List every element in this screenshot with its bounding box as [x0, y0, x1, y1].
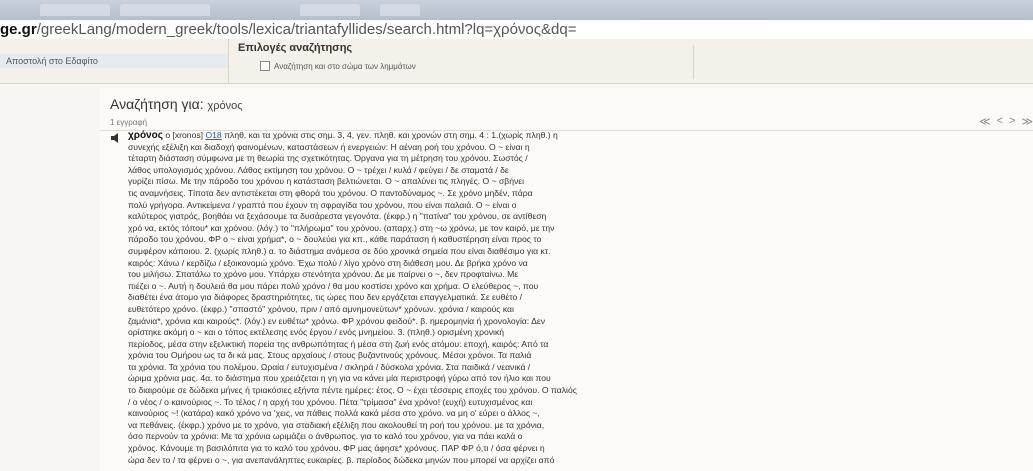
left-panel: Αποστολή στο Εδαφίτο: [0, 39, 229, 83]
send-to-friend-link[interactable]: Αποστολή στο Εδαφίτο: [0, 54, 228, 68]
entry-line: το διαιρούμε σε δώδεκα μήνες ή τριακόσιε…: [128, 385, 577, 396]
entry-line: καλύτερος γιατρός, βοηθάει να ξεχάσουμε …: [128, 211, 547, 222]
entry-line: τα χρόνια. Τα χρόνια του πολέμου. Ωραία …: [128, 361, 531, 372]
speaker-icon[interactable]: [110, 132, 122, 144]
entry-line: ώριμα χρόνια μας. 4α. το διάστημα που χρ…: [128, 373, 551, 384]
last-page-button[interactable]: ≫: [1021, 115, 1033, 128]
results-header: Αναζήτηση για: χρόνος: [110, 96, 243, 112]
browser-toolbar: [0, 0, 1033, 21]
entry-line: συμφέρον κάποιου. 2. (χωρίς πληθ.) α. το…: [128, 245, 551, 256]
entry-line: ορίστηκε ακόμη ο ~ και ο τόπος εκτέλεσης…: [128, 327, 505, 338]
browser-tab[interactable]: [120, 4, 210, 16]
search-body-checkbox[interactable]: [260, 61, 270, 71]
first-page-button[interactable]: ≪: [979, 115, 991, 128]
entry-line: του μιλήσω. Σπατάλω το χρόνο μου. Υπάρχε…: [128, 269, 519, 280]
options-title: Επιλογές αναζήτησης: [238, 42, 353, 54]
entry-line: χρόνος ο [xronos] Ο18 πληθ. και τα χρόνι…: [128, 130, 1028, 142]
search-label: Αναζήτηση για:: [110, 96, 204, 112]
pagination: ≪ < > ≫: [979, 115, 1033, 128]
entry-line: περίοδος, μέσα στην εξελικτική πορεία τη…: [128, 338, 549, 349]
results-panel: Αναζήτηση για: χρόνος 1 εγγραφή ≪ < > ≫ …: [100, 88, 1033, 471]
results-count: 1 εγγραφή: [110, 118, 148, 127]
entry-text: πληθ. και τα χρόνια στις σημ. 3, 4, γεν.…: [224, 130, 558, 140]
entry-line: / ο νέος / ο καινούριος ~. Το τέλος / η …: [128, 396, 533, 407]
entry-line: τις αναμνήσεις. Τίποτα δεν αντιστέκεται …: [128, 187, 533, 198]
search-body-label: Αναζήτηση και στο σώμα των λημμάτων: [274, 61, 416, 71]
entry-line: καιρός: Χάνω / κερδίζω / εξοικονομώ χρόν…: [128, 257, 528, 268]
prev-page-button[interactable]: <: [997, 115, 1003, 128]
dictionary-entry: χρόνος ο [xronos] Ο18 πληθ. και τα χρόνι…: [128, 130, 1028, 466]
entry-line: ώρα δεν το / τα φέρνει ο ~, για ανεπανάλ…: [128, 454, 555, 465]
search-body-option[interactable]: Αναζήτηση και στο σώμα των λημμάτων: [260, 61, 416, 71]
divider: [693, 45, 694, 79]
address-path: /greekLang/modern_greek/tools/lexica/tri…: [36, 21, 577, 38]
entry-line: χρόνος. Κάνουμε τη βασιλόπιτα για το καλ…: [128, 443, 545, 454]
address-bar[interactable]: ge.gr/greekLang/modern_greek/tools/lexic…: [0, 20, 1033, 40]
browser-tab[interactable]: [40, 4, 110, 16]
address-host: ge.gr: [0, 21, 37, 38]
entry-pronunciation: ο [xronos]: [165, 130, 204, 140]
browser-tab[interactable]: [380, 4, 420, 16]
search-options-bar: Αποστολή στο Εδαφίτο Επιλογές αναζήτησης…: [0, 39, 1033, 84]
entry-line: τέταρτη διάσταση σύμφωνα με τη θεωρία τη…: [128, 153, 528, 164]
entry-line: να πεθάνεις. (έκφρ.) χρόνο με το χρόνο, …: [128, 419, 545, 430]
entry-line: γυρίζει πίσω. Με την πάροδο του χρόνου η…: [128, 176, 525, 187]
entry-line: ζαμάνια*, χρόνια και καιρούς*. (λόγ.) εν…: [128, 315, 546, 326]
entry-line: χρό να, εκτός τόπου* και χρόνου. (λόγ.) …: [128, 222, 555, 233]
entry-line: χρόνια του Ομήρου ως τα δι κά μας. Στους…: [128, 350, 532, 361]
entry-line: ευθετότερο χρόνο. (έκφρ.) "σπαστό" χρόνο…: [128, 303, 514, 314]
next-page-button[interactable]: >: [1009, 115, 1015, 128]
entry-line: πιέζει ο ~. Αυτή η δουλειά θα μου πάρει …: [128, 280, 539, 291]
inflection-ref-link[interactable]: Ο18: [205, 130, 221, 140]
entry-line: καινούριος ~! (κατάρα) κακό χρόνο να 'χε…: [128, 408, 540, 419]
search-query: χρόνος: [207, 100, 243, 112]
entry-line: λάθος υπολογισμός χρόνου. Λάθος εκτίμηση…: [128, 164, 509, 175]
entry-line: όσο περνούν τα χρόνια: Με τα χρόνια ωριμ…: [128, 431, 523, 442]
entry-headword: χρόνος: [128, 130, 163, 141]
entry-line: συνεχής εξέλιξη και διαδοχή φαινομένων, …: [128, 141, 530, 152]
results-subheader: 1 εγγραφή ≪ < > ≫: [100, 115, 1033, 131]
entry-line: διαθέτει ένα άτομο για διάφορες δραστηρι…: [128, 292, 523, 303]
browser-tab[interactable]: [300, 4, 360, 16]
entry-line: πολύ γρήγορα. Αντικείμενα / γραπτά που έ…: [128, 199, 517, 210]
entry-line: πάροδο του χρόνου. ΦΡ ο ~ είναι χρήμα*, …: [128, 234, 542, 245]
